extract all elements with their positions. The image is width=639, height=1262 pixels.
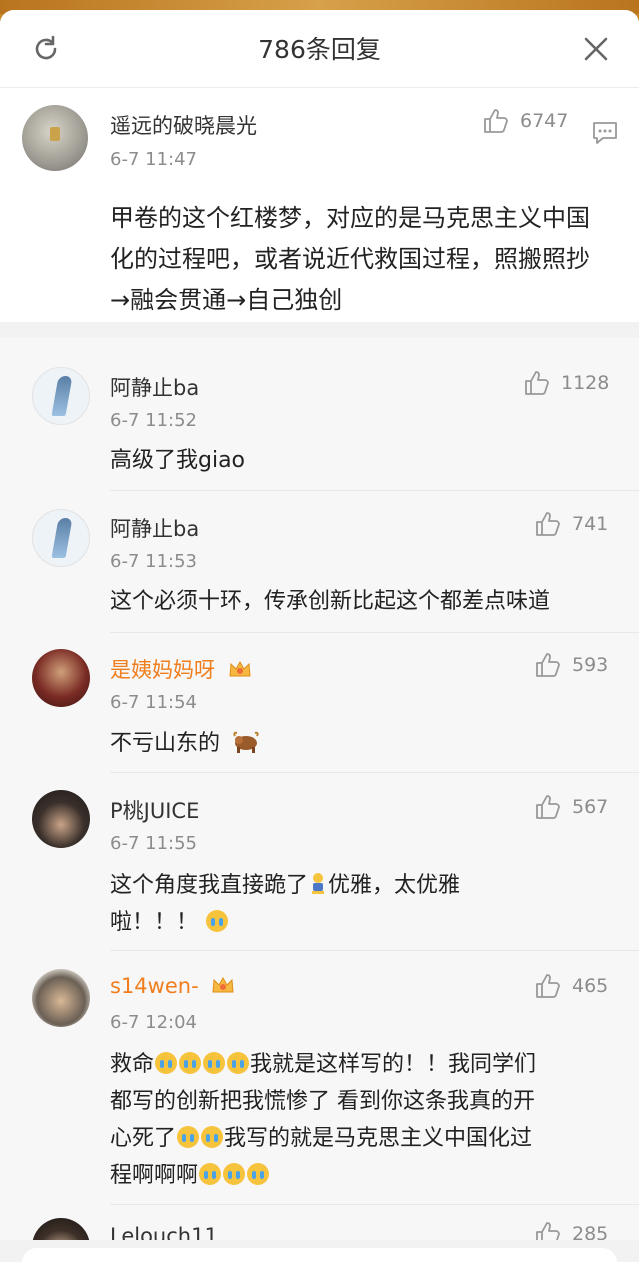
crying-emoji-icon [155,1052,178,1074]
kneel-emoji-icon [312,873,325,894]
avatar[interactable] [32,367,90,425]
comment-icon[interactable] [590,118,620,148]
timestamp: 6-7 12:04 [110,1012,197,1033]
text-segment: 我就是这样写的！！我同学们 [250,1052,537,1077]
crown-icon [229,660,251,677]
like-button[interactable]: 567 [534,793,608,821]
thumbs-up-icon [484,109,508,133]
like-count: 741 [572,513,609,535]
text-segment: 都写的创新把我慌惨了 看到你这条我真的开 [110,1089,535,1114]
timestamp: 6-7 11:54 [110,692,197,713]
crying-emoji-icon [247,1163,270,1185]
text-segment: 啦！！！ [110,910,199,935]
timestamp: 6-7 11:47 [110,149,197,170]
bottom-input-bar [0,1240,639,1262]
comment-text: 甲卷的这个红楼梦，对应的是马克思主义中国化的过程吧，或者说近代救国过程，照搬照抄… [110,204,590,314]
timestamp: 6-7 11:55 [110,833,197,854]
comment-text: 这个必须十环，传承创新比起这个都差点味道 [110,589,551,614]
like-button[interactable]: 1128 [523,369,609,397]
comment-text: 救命 我就是这样写的！！我同学们 都写的创新把我慌惨了 看到你这条我真的开 心死了… [110,1046,610,1194]
comment-text: 高级了我giao [110,448,246,473]
comment-text: 这个角度我直接跪了 优雅，太优雅 啦！！！ [110,867,570,941]
crying-emoji-icon [206,910,229,932]
text-segment: 救命 [110,1052,155,1077]
username[interactable]: 阿静止ba [110,513,199,543]
username[interactable]: 遥远的破晓晨光 [110,110,257,140]
like-count: 1128 [561,372,610,394]
crying-emoji-icon [199,1163,222,1185]
main-comment: 遥远的破晓晨光 6-7 11:47 6747 甲卷的这个红楼梦，对应的是马克思主… [0,88,639,322]
text-segment: 我写的就是马克思主义中国化过 [224,1126,533,1151]
username[interactable]: 是姨妈妈呀 [110,654,252,684]
timestamp: 6-7 11:53 [110,551,197,572]
close-icon[interactable] [579,32,613,66]
avatar[interactable] [32,649,90,707]
crying-emoji-icon [203,1052,226,1074]
like-count: 567 [572,796,609,818]
like-button[interactable]: 6747 [482,107,568,135]
text-segment: 心死了 [110,1126,177,1151]
username-text: 是姨妈妈呀 [110,658,215,682]
divider [110,632,639,633]
divider [110,772,639,773]
like-button[interactable]: 593 [534,651,608,679]
text-segment: 这个角度我直接跪了 [110,873,309,898]
crying-emoji-icon [179,1052,202,1074]
avatar[interactable] [32,790,90,848]
page-title: 786条回复 [258,35,381,64]
ox-emoji-icon [233,731,259,753]
avatar[interactable] [22,105,88,171]
thumbs-up-icon [536,795,560,819]
comment-text: 不亏山东的 [110,725,261,762]
crying-emoji-icon [223,1163,246,1185]
replies-sheet: 786条回复 遥远的破晓晨光 6-7 11:47 6747 甲卷的这个红楼梦，对… [0,10,639,1262]
username[interactable]: s14wen- [110,974,235,998]
like-button[interactable]: 465 [534,972,608,1000]
thumbs-up-icon [536,653,560,677]
thumbs-up-icon [536,512,560,536]
text-segment: 优雅，太优雅 [328,873,461,898]
username-text: s14wen- [110,974,199,998]
thumbs-up-icon [536,974,560,998]
reply-input[interactable] [22,1248,617,1262]
username[interactable]: P桃JUICE [110,795,199,825]
crown-icon [212,976,234,993]
timestamp: 6-7 11:52 [110,410,197,431]
section-divider [0,322,639,338]
reply-list: 阿静止ba 6-7 11:52 1128 高级了我giao 阿静止ba 6-7 … [0,338,639,1262]
divider [110,1204,639,1205]
comment-text-content: 不亏山东的 [110,731,221,756]
like-button[interactable]: 741 [534,510,608,538]
crying-emoji-icon [227,1052,250,1074]
crying-emoji-icon [201,1126,224,1148]
username[interactable]: 阿静止ba [110,372,199,402]
like-count: 593 [572,654,609,676]
thumbs-up-icon [525,371,549,395]
crying-emoji-icon [177,1126,200,1148]
like-count: 465 [572,975,609,997]
text-segment: 程啊啊啊 [110,1163,199,1188]
like-count: 6747 [520,110,569,132]
avatar[interactable] [32,509,90,567]
avatar[interactable] [32,969,90,1027]
sheet-header: 786条回复 [0,10,639,88]
divider [110,490,639,491]
divider [110,950,639,951]
